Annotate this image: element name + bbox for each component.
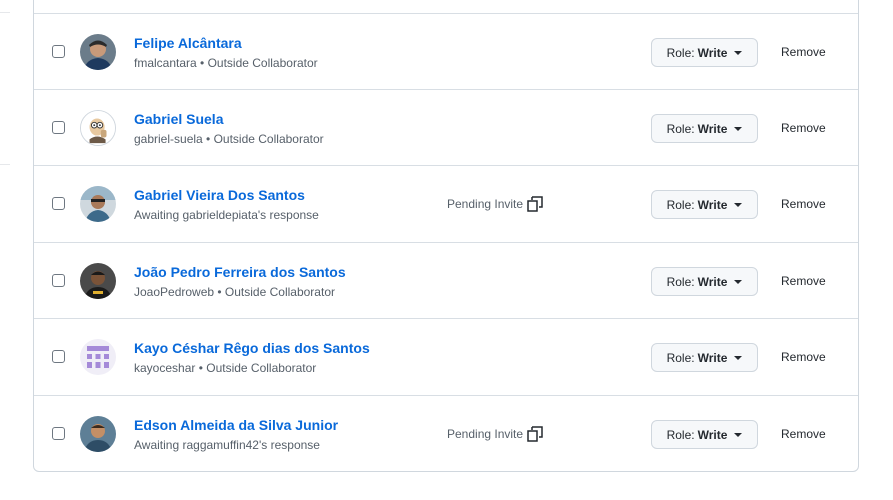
caret-down-icon (734, 279, 743, 284)
remove-button[interactable]: Remove (781, 121, 826, 135)
avatar[interactable] (80, 110, 116, 146)
pending-invite-status: Pending Invite (447, 196, 543, 212)
role-dropdown-button[interactable]: Role: Write (651, 190, 758, 219)
role-prefix: Role: (666, 45, 695, 60)
list-item: Edson Almeida da Silva Junior Awaiting r… (34, 395, 858, 473)
collaborator-subtitle: kayoceshar • Outside Collaborator (134, 361, 317, 375)
list-item: Felipe Alcântara fmalcantara • Outside C… (34, 13, 858, 89)
avatar[interactable] (80, 34, 116, 70)
role-value: Write (697, 427, 728, 442)
remove-button[interactable]: Remove (781, 427, 826, 441)
list-item: João Pedro Ferreira dos Santos JoaoPedro… (34, 242, 858, 318)
caret-down-icon (734, 50, 743, 55)
remove-button[interactable]: Remove (781, 350, 826, 364)
cartoon-character-icon (81, 111, 115, 145)
role-value: Write (697, 274, 728, 289)
role-prefix: Role: (666, 274, 695, 289)
collaborator-name-link[interactable]: Gabriel Suela (134, 111, 223, 127)
collaborator-subtitle: JoaoPedroweb • Outside Collaborator (134, 285, 335, 299)
collaborator-subtitle: Awaiting gabrieldepiata's response (134, 208, 319, 222)
role-value: Write (697, 350, 728, 365)
role-dropdown-button[interactable]: Role: Write (651, 38, 758, 67)
caret-down-icon (734, 202, 743, 207)
remove-button[interactable]: Remove (781, 274, 826, 288)
collaborator-name-link[interactable]: Kayo Céshar Rêgo dias dos Santos (134, 340, 370, 356)
pending-invite-status: Pending Invite (447, 426, 543, 442)
select-checkbox[interactable] (52, 121, 65, 134)
pending-invite-label: Pending Invite (447, 197, 524, 211)
remove-button[interactable]: Remove (781, 45, 826, 59)
role-prefix: Role: (666, 427, 695, 442)
role-dropdown-button[interactable]: Role: Write (651, 343, 758, 372)
collaborators-list: Felipe Alcântara fmalcantara • Outside C… (33, 0, 859, 472)
select-checkbox[interactable] (52, 45, 65, 58)
user-photo-icon (80, 186, 116, 222)
collaborator-name-link[interactable]: Gabriel Vieira Dos Santos (134, 187, 305, 203)
role-value: Write (697, 197, 728, 212)
caret-down-icon (734, 126, 743, 131)
user-photo-icon (80, 416, 116, 452)
avatar[interactable] (80, 416, 116, 452)
avatar[interactable] (80, 339, 116, 375)
role-value: Write (697, 121, 728, 136)
list-item: Gabriel Suela gabriel-suela • Outside Co… (34, 89, 858, 165)
copy-icon[interactable] (527, 196, 543, 212)
identicon-icon (80, 339, 116, 375)
remove-button[interactable]: Remove (781, 197, 826, 211)
sidebar-divider (0, 12, 10, 13)
sidebar-divider (0, 164, 10, 165)
role-prefix: Role: (666, 197, 695, 212)
collaborator-name-link[interactable]: João Pedro Ferreira dos Santos (134, 264, 346, 280)
select-checkbox[interactable] (52, 427, 65, 440)
copy-icon[interactable] (527, 426, 543, 442)
user-photo-icon (80, 263, 116, 299)
avatar[interactable] (80, 186, 116, 222)
select-checkbox[interactable] (52, 197, 65, 210)
role-dropdown-button[interactable]: Role: Write (651, 267, 758, 296)
role-value: Write (697, 45, 728, 60)
avatar[interactable] (80, 263, 116, 299)
collaborator-name-link[interactable]: Felipe Alcântara (134, 35, 242, 51)
caret-down-icon (734, 432, 743, 437)
collaborator-subtitle: Awaiting raggamuffin42's response (134, 438, 320, 452)
role-dropdown-button[interactable]: Role: Write (651, 420, 758, 449)
caret-down-icon (734, 355, 743, 360)
role-dropdown-button[interactable]: Role: Write (651, 114, 758, 143)
select-checkbox[interactable] (52, 274, 65, 287)
user-photo-icon (80, 34, 116, 70)
select-checkbox[interactable] (52, 350, 65, 363)
collaborator-subtitle: gabriel-suela • Outside Collaborator (134, 132, 324, 146)
role-prefix: Role: (666, 121, 695, 136)
pending-invite-label: Pending Invite (447, 427, 524, 441)
collaborator-subtitle: fmalcantara • Outside Collaborator (134, 56, 318, 70)
list-item: Gabriel Vieira Dos Santos Awaiting gabri… (34, 165, 858, 241)
role-prefix: Role: (666, 350, 695, 365)
list-item: Kayo Céshar Rêgo dias dos Santos kayoces… (34, 318, 858, 394)
collaborator-name-link[interactable]: Edson Almeida da Silva Junior (134, 417, 338, 433)
